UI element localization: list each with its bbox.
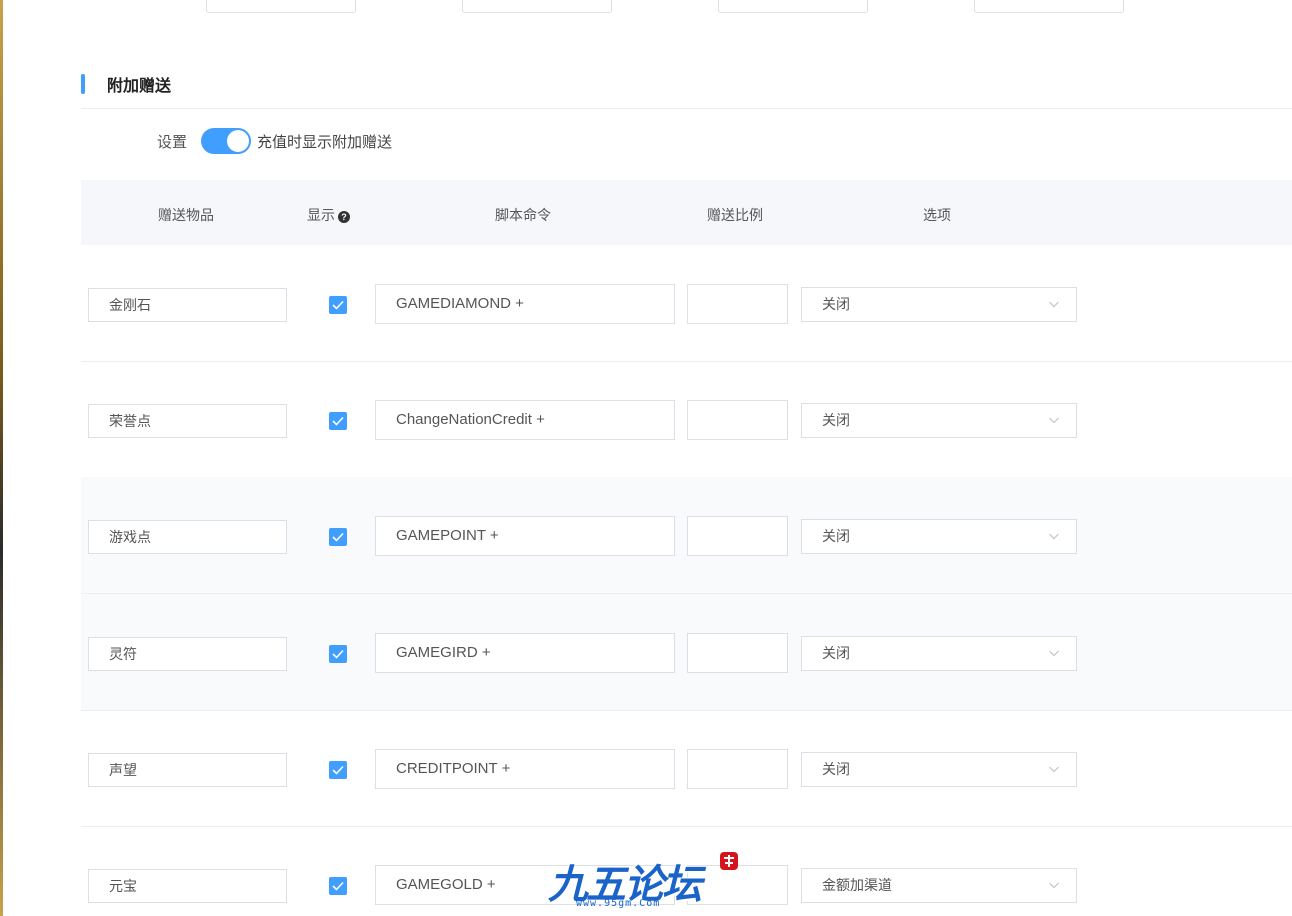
- option-select[interactable]: 关闭: [801, 519, 1077, 554]
- header-display: 显示?: [307, 180, 350, 245]
- watermark-logo: 九五论坛 www.95gm.Com: [548, 852, 743, 912]
- option-select-value: 关闭: [822, 645, 850, 661]
- table-row: 灵符 GAMEGIRD + 关闭: [81, 594, 1292, 710]
- setting-row: 设置 充值时显示附加赠送: [157, 127, 392, 155]
- display-checkbox[interactable]: [329, 296, 347, 314]
- display-checkbox[interactable]: [329, 761, 347, 779]
- script-command-input[interactable]: GAMEGIRD +: [375, 633, 675, 673]
- option-select-value: 关闭: [822, 528, 850, 544]
- option-select-value: 关闭: [822, 761, 850, 777]
- item-name-input[interactable]: 灵符: [88, 637, 287, 671]
- check-icon: [332, 532, 344, 542]
- watermark-url: www.95gm.Com: [576, 898, 661, 909]
- header-script: 脚本命令: [495, 207, 551, 223]
- script-command-input[interactable]: CREDITPOINT +: [375, 749, 675, 789]
- filter-input-3[interactable]: [718, 0, 868, 13]
- item-name-input[interactable]: 金刚石: [88, 288, 287, 322]
- header-item: 赠送物品: [158, 207, 214, 223]
- filter-input-2[interactable]: [462, 0, 612, 13]
- ratio-input[interactable]: [687, 749, 788, 789]
- check-icon: [332, 416, 344, 426]
- chevron-down-icon: [1049, 301, 1059, 308]
- section-accent-bar: [81, 74, 85, 94]
- display-checkbox[interactable]: [329, 877, 347, 895]
- option-select-value: 关闭: [822, 296, 850, 312]
- table-header: 赠送物品 显示? 脚本命令 赠送比例 选项: [81, 180, 1292, 245]
- filter-input-1[interactable]: [206, 0, 356, 13]
- check-icon: [332, 649, 344, 659]
- display-checkbox[interactable]: [329, 528, 347, 546]
- option-select[interactable]: 关闭: [801, 636, 1077, 671]
- window-edge: [0, 0, 3, 916]
- item-name-input[interactable]: 声望: [88, 753, 287, 787]
- seal-icon: [720, 852, 738, 870]
- section-title: 附加赠送: [107, 78, 172, 95]
- ratio-input[interactable]: [687, 516, 788, 556]
- display-checkbox[interactable]: [329, 645, 347, 663]
- header-ratio: 赠送比例: [707, 207, 763, 223]
- script-command-input[interactable]: GAMEDIAMOND +: [375, 284, 675, 324]
- filter-row-cutoff: [0, 0, 1292, 14]
- item-name-input[interactable]: 元宝: [88, 869, 287, 903]
- chevron-down-icon: [1049, 882, 1059, 889]
- script-command-input[interactable]: ChangeNationCredit +: [375, 400, 675, 440]
- table-row: 金刚石 GAMEDIAMOND + 关闭: [81, 245, 1292, 361]
- script-command-input[interactable]: GAMEPOINT +: [375, 516, 675, 556]
- setting-description: 充值时显示附加赠送: [257, 133, 393, 151]
- section-divider: [81, 108, 1292, 109]
- ratio-input[interactable]: [687, 633, 788, 673]
- filter-input-4[interactable]: [974, 0, 1124, 13]
- display-bonus-toggle[interactable]: [201, 128, 252, 154]
- header-option: 选项: [923, 207, 951, 223]
- option-select-value: 关闭: [822, 412, 850, 428]
- chevron-down-icon: [1049, 417, 1059, 424]
- ratio-input[interactable]: [687, 284, 788, 324]
- option-select[interactable]: 关闭: [801, 287, 1077, 322]
- option-select[interactable]: 关闭: [801, 752, 1077, 787]
- chevron-down-icon: [1049, 533, 1059, 540]
- item-name-input[interactable]: 荣誉点: [88, 404, 287, 438]
- toggle-knob: [227, 130, 250, 152]
- option-select[interactable]: 金额加渠道: [801, 868, 1077, 903]
- chevron-down-icon: [1049, 650, 1059, 657]
- check-icon: [332, 881, 344, 891]
- table-row: 荣誉点 ChangeNationCredit + 关闭: [81, 361, 1292, 477]
- setting-label: 设置: [157, 133, 188, 151]
- item-name-input[interactable]: 游戏点: [88, 520, 287, 554]
- option-select-value: 金额加渠道: [822, 877, 892, 893]
- check-icon: [332, 765, 344, 775]
- option-select[interactable]: 关闭: [801, 403, 1077, 438]
- table-row: 游戏点 GAMEPOINT + 关闭: [81, 477, 1292, 593]
- ratio-input[interactable]: [687, 400, 788, 440]
- header-display-label: 显示: [307, 207, 335, 223]
- question-circle-icon[interactable]: ?: [338, 211, 350, 223]
- check-icon: [332, 300, 344, 310]
- display-checkbox[interactable]: [329, 412, 347, 430]
- chevron-down-icon: [1049, 766, 1059, 773]
- section-header: 附加赠送: [81, 72, 171, 96]
- table-row: 声望 CREDITPOINT + 关闭: [81, 710, 1292, 826]
